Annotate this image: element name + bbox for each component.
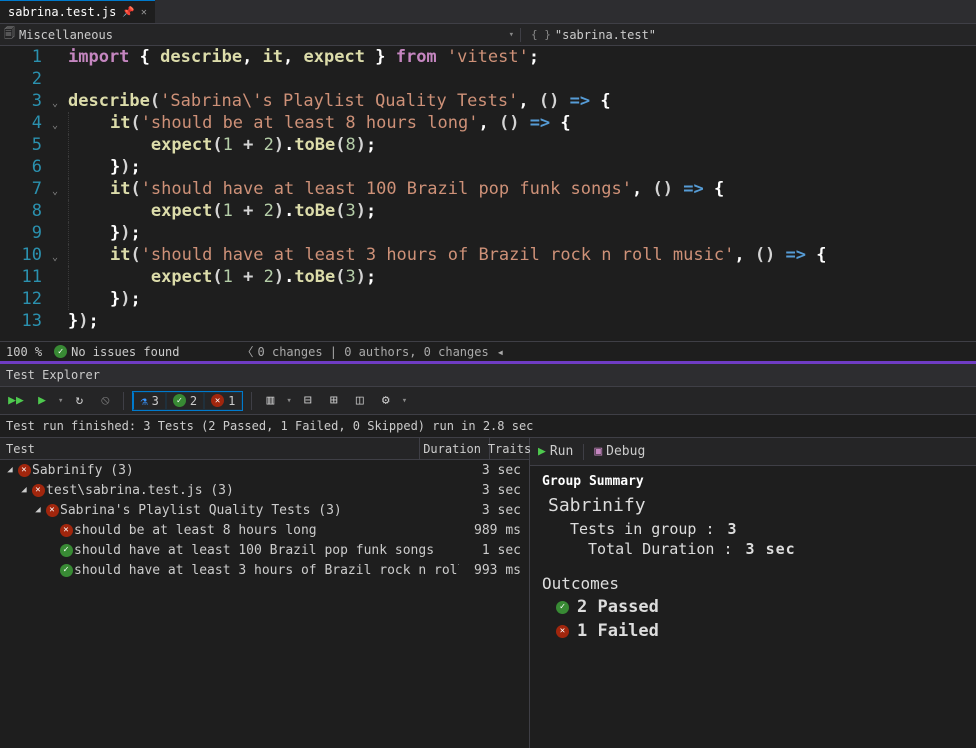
project-dropdown[interactable]: 🗐 Miscellaneous ▾ [0,25,520,44]
filter-passed[interactable]: ✓ 2 [166,392,204,410]
debug-icon: ▣ [594,444,602,459]
chevron-left-icon: 〈 [242,343,254,360]
project-label: Miscellaneous [19,28,113,42]
group-summary-heading: Group Summary [542,474,964,489]
cancel-button[interactable]: ⦸ [95,391,115,411]
check-icon: ✓ [60,564,73,577]
outcomes-passed: 2 Passed [577,597,659,617]
test-tree[interactable]: ◢✕ Sabrinify (3)3 sec◢✕ test\sabrina.tes… [0,460,529,748]
tests-in-group-value: 3 [728,520,738,538]
test-label: should have at least 100 Brazil pop funk… [74,543,459,558]
test-tree-row[interactable]: ◢✕ Sabrina's Playlist Quality Tests (3)3… [0,500,529,520]
details-run-button[interactable]: ▶ Run [538,444,573,459]
editor-status-bar: 100 % ✓ No issues found 〈 0 changes | 0 … [0,342,976,364]
check-icon: ✓ [60,544,73,557]
check-icon: ✓ [173,394,186,407]
run-button[interactable]: ▶ [32,391,52,411]
columns-button[interactable]: ⊞ [324,391,344,411]
test-duration: 3 sec [459,503,529,518]
x-icon: ✕ [211,394,224,407]
outcomes-failed: 1 Failed [577,621,659,641]
changes-label[interactable]: 0 changes | 0 authors, 0 changes [258,345,489,359]
test-tree-row[interactable]: ✓ should have at least 100 Brazil pop fu… [0,540,529,560]
x-icon: ✕ [46,504,59,517]
files-icon: 🗐 [4,25,15,44]
filter-all[interactable]: ⚗ 3 [133,392,165,410]
test-duration: 1 sec [459,543,529,558]
test-label: should have at least 3 hours of Brazil r… [74,563,459,578]
test-tree-row[interactable]: ◢✕ test\sabrina.test.js (3)3 sec [0,480,529,500]
member-label: "sabrina.test" [555,28,656,42]
test-label: test\sabrina.test.js (3) [46,483,459,498]
test-duration: 3 sec [459,463,529,478]
repeat-button[interactable]: ↻ [69,391,89,411]
test-details-pane: ▶ Run ▣ Debug Group Summary Sabrinify Te… [530,438,976,748]
test-filter-pills: ⚗ 3 ✓ 2 ✕ 1 [132,391,243,411]
layout-button[interactable]: ◫ [350,391,370,411]
file-tab[interactable]: sabrina.test.js 📌 ✕ [0,0,155,23]
total-duration-label: Total Duration : [588,540,733,558]
test-duration: 993 ms [459,563,529,578]
check-icon: ✓ [556,601,569,614]
playlist-button[interactable]: ▥ [260,391,280,411]
details-toolbar: ▶ Run ▣ Debug [530,438,976,466]
braces-icon: { } [531,28,551,41]
tests-in-group-label: Tests in group : [570,520,715,538]
col-test[interactable]: Test [0,438,419,459]
test-tree-row[interactable]: ✕ should be at least 8 hours long989 ms [0,520,529,540]
pin-icon[interactable]: 📌 [122,7,134,18]
test-label: should be at least 8 hours long [74,523,459,538]
tree-button[interactable]: ⊟ [298,391,318,411]
x-icon: ✕ [32,484,45,497]
chevron-right-icon: ◂ [497,345,504,359]
code-editor[interactable]: 123⌄4⌄567⌄8910⌄111213 import { describe,… [0,46,976,342]
editor-tabbar: sabrina.test.js 📌 ✕ [0,0,976,24]
test-tree-row[interactable]: ✓ should have at least 3 hours of Brazil… [0,560,529,580]
col-traits[interactable]: Traits [489,438,529,459]
check-icon: ✓ [54,345,67,358]
test-duration: 3 sec [459,483,529,498]
filter-failed[interactable]: ✕ 1 [204,392,242,410]
play-icon: ▶ [538,444,546,459]
context-bar: 🗐 Miscellaneous ▾ { } "sabrina.test" [0,24,976,46]
test-label: Sabrinify (3) [32,463,459,478]
chevron-down-icon: ▾ [509,30,514,40]
member-dropdown[interactable]: { } "sabrina.test" [520,28,656,42]
total-duration-value: 3 sec [746,540,796,558]
details-debug-button[interactable]: ▣ Debug [594,444,645,459]
issues-label[interactable]: No issues found [71,345,179,359]
code-content[interactable]: import { describe, it, expect } from 'vi… [68,46,976,341]
x-icon: ✕ [18,464,31,477]
test-tree-header: Test Duration Traits [0,438,529,460]
group-name: Sabrinify [548,495,964,516]
file-tab-label: sabrina.test.js [8,5,116,19]
outcomes-heading: Outcomes [542,574,964,593]
flask-icon: ⚗ [140,394,147,408]
test-tree-pane: Test Duration Traits ◢✕ Sabrinify (3)3 s… [0,438,530,748]
test-run-summary: Test run finished: 3 Tests (2 Passed, 1 … [0,415,976,438]
zoom-level[interactable]: 100 % [6,345,42,359]
line-gutter: 123⌄4⌄567⌄8910⌄111213 [0,46,68,341]
test-explorer-title: Test Explorer [0,364,976,387]
test-label: Sabrina's Playlist Quality Tests (3) [60,503,459,518]
x-icon: ✕ [60,524,73,537]
run-all-button[interactable]: ▶▶ [6,391,26,411]
test-explorer-toolbar: ▶▶ ▶ ▾ ↻ ⦸ ⚗ 3 ✓ 2 ✕ 1 ▥ ▾ ⊟ ⊞ ◫ ⚙ ▾ [0,387,976,415]
col-duration[interactable]: Duration [419,438,489,459]
close-icon[interactable]: ✕ [141,7,147,18]
test-tree-row[interactable]: ◢✕ Sabrinify (3)3 sec [0,460,529,480]
test-duration: 989 ms [459,523,529,538]
settings-button[interactable]: ⚙ [376,391,396,411]
x-icon: ✕ [556,625,569,638]
